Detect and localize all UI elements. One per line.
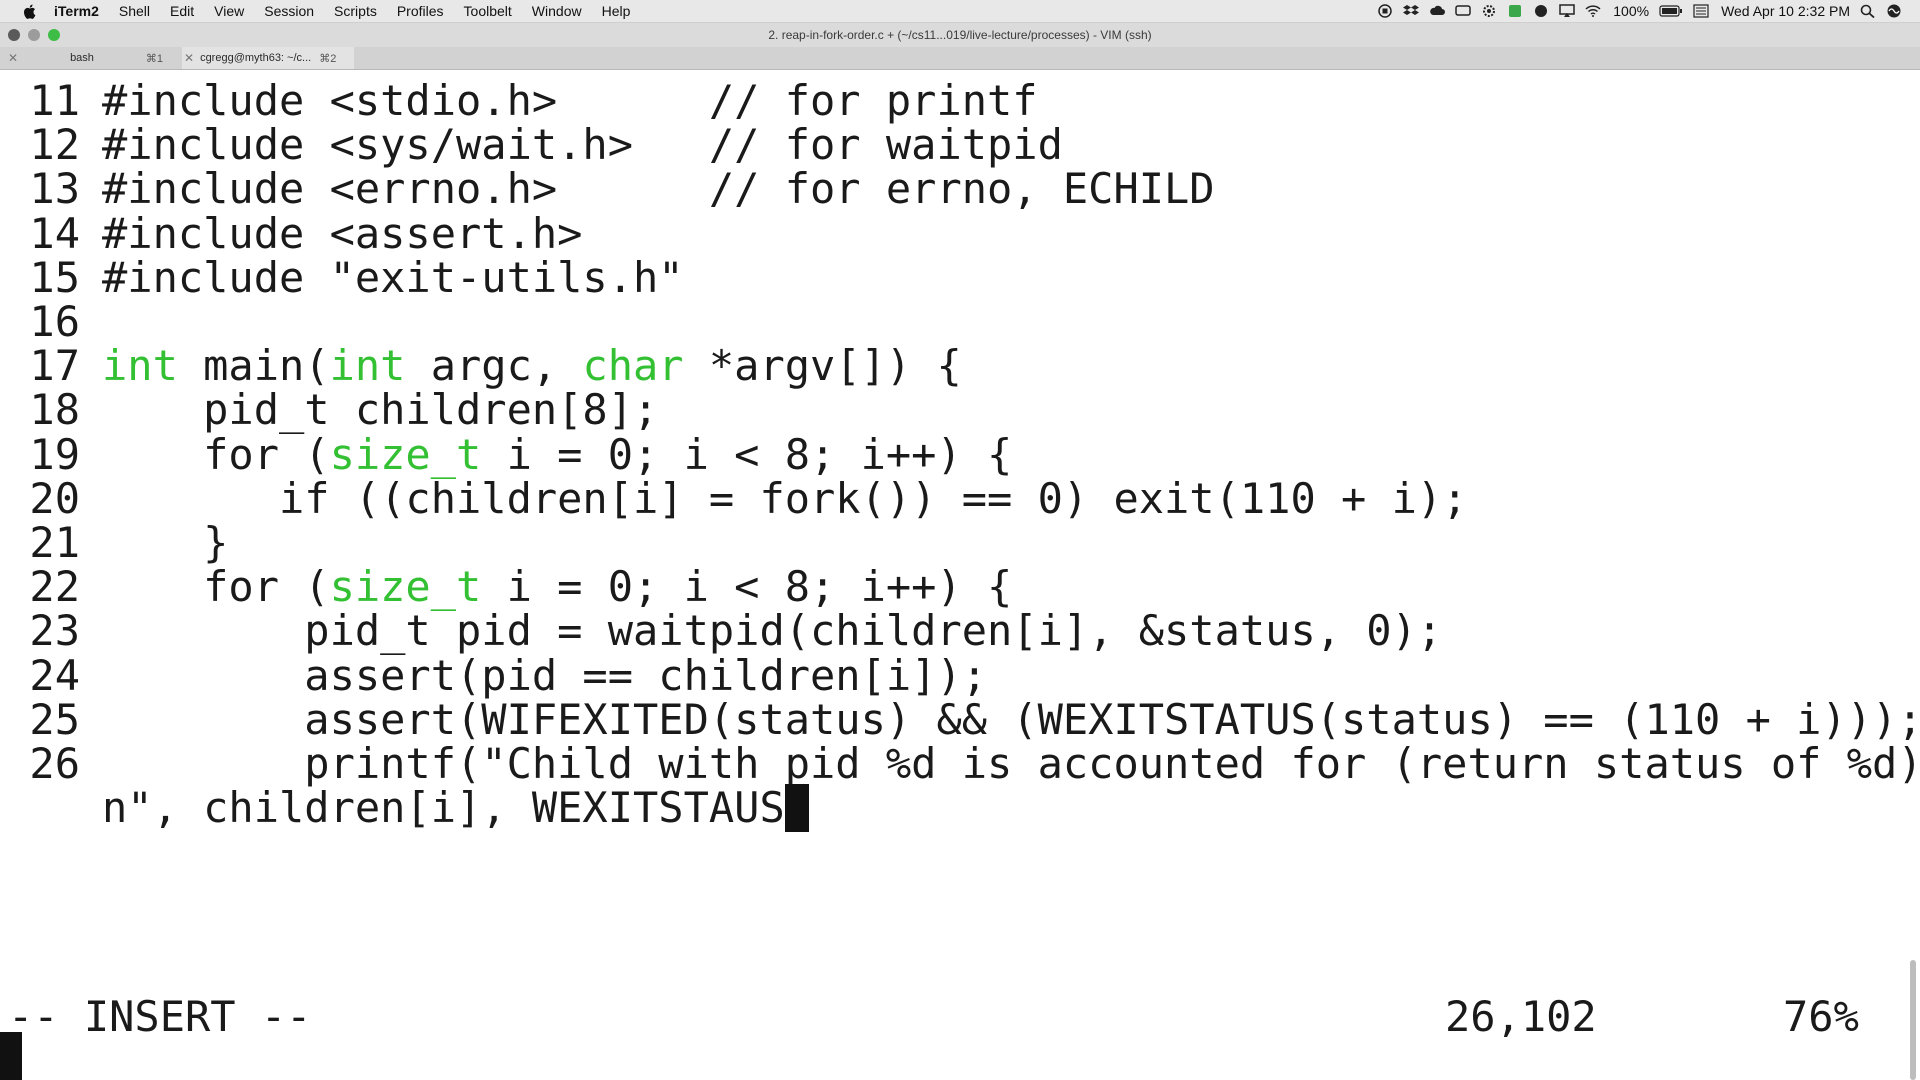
- window-title: 2. reap-in-fork-order.c + (~/cs11...019/…: [768, 28, 1152, 42]
- record-icon[interactable]: [1533, 4, 1549, 18]
- text-cursor: [784, 783, 809, 832]
- wifi-icon[interactable]: [1585, 4, 1601, 18]
- tab-label: bash: [70, 52, 94, 64]
- tab-ssh[interactable]: ✕ cgregg@myth63: ~/c... ⌘2: [182, 47, 354, 69]
- menu-window[interactable]: Window: [532, 3, 582, 19]
- vim-mode-indicator: -- INSERT --: [8, 992, 312, 1041]
- menu-icon[interactable]: [1693, 4, 1709, 18]
- menu-session[interactable]: Session: [264, 3, 314, 19]
- cursor-position: 26,102: [1445, 992, 1597, 1041]
- status-menus: 100% Wed Apr 10 2:32 PM: [1367, 0, 1902, 22]
- close-tab-icon[interactable]: ✕: [184, 51, 194, 65]
- search-icon[interactable]: [1860, 4, 1876, 19]
- menu-view[interactable]: View: [214, 3, 244, 19]
- tab-bar: ✕ bash ⌘1 ✕ cgregg@myth63: ~/c... ⌘2: [0, 47, 1920, 70]
- scroll-percent: 76%: [1783, 992, 1859, 1041]
- airplay-icon[interactable]: [1559, 4, 1575, 18]
- code-text: n", children[i], WEXITSTAUS: [102, 783, 785, 833]
- menu-shell[interactable]: Shell: [119, 3, 150, 19]
- code-text: *argv[]) {: [683, 341, 962, 391]
- command-line-cursor: [0, 1032, 22, 1080]
- tab-shortcut: ⌘1: [145, 52, 164, 65]
- siri-icon[interactable]: [1886, 4, 1902, 18]
- apple-icon[interactable]: [20, 3, 38, 19]
- menu-scripts[interactable]: Scripts: [334, 3, 377, 19]
- menu-toolbelt[interactable]: Toolbelt: [464, 3, 512, 19]
- menu-help[interactable]: Help: [602, 3, 631, 19]
- menu-profiles[interactable]: Profiles: [397, 3, 444, 19]
- menu-app-name[interactable]: iTerm2: [54, 3, 99, 19]
- scrollbar[interactable]: [1910, 960, 1916, 1080]
- stop-icon[interactable]: [1377, 4, 1393, 18]
- evernote-icon[interactable]: [1507, 4, 1523, 18]
- menu-edit[interactable]: Edit: [170, 3, 194, 19]
- display-icon[interactable]: [1455, 4, 1471, 18]
- dropbox-icon[interactable]: [1403, 4, 1420, 18]
- battery-icon[interactable]: [1659, 4, 1683, 18]
- battery-percent: 100%: [1613, 3, 1650, 19]
- clock[interactable]: Wed Apr 10 2:32 PM: [1721, 3, 1850, 19]
- code-line[interactable]: n", children[i], WEXITSTAUS: [0, 781, 809, 835]
- gear-icon[interactable]: [1481, 4, 1497, 18]
- menu-bar: iTerm2 Shell Edit View Session Scripts P…: [0, 0, 1920, 23]
- cloud-icon[interactable]: [1429, 4, 1446, 18]
- tab-shortcut: ⌘2: [319, 52, 337, 65]
- title-bar: 2. reap-in-fork-order.c + (~/cs11...019/…: [0, 23, 1920, 47]
- vim-editor[interactable]: 11 #include <stdio.h> // for printf 12 #inc…: [0, 70, 1920, 1080]
- code-text: #include "exit-utils.h": [102, 252, 684, 302]
- tab-bash[interactable]: ✕ bash ⌘1: [8, 47, 182, 69]
- tab-label: cgregg@myth63: ~/c...: [200, 52, 312, 64]
- code-text: if ((children[i] = fork()) == 0) exit(11…: [102, 473, 1468, 523]
- close-tab-icon[interactable]: ✕: [8, 51, 18, 65]
- code-line[interactable]: 15 #include "exit-utils.h": [0, 251, 684, 305]
